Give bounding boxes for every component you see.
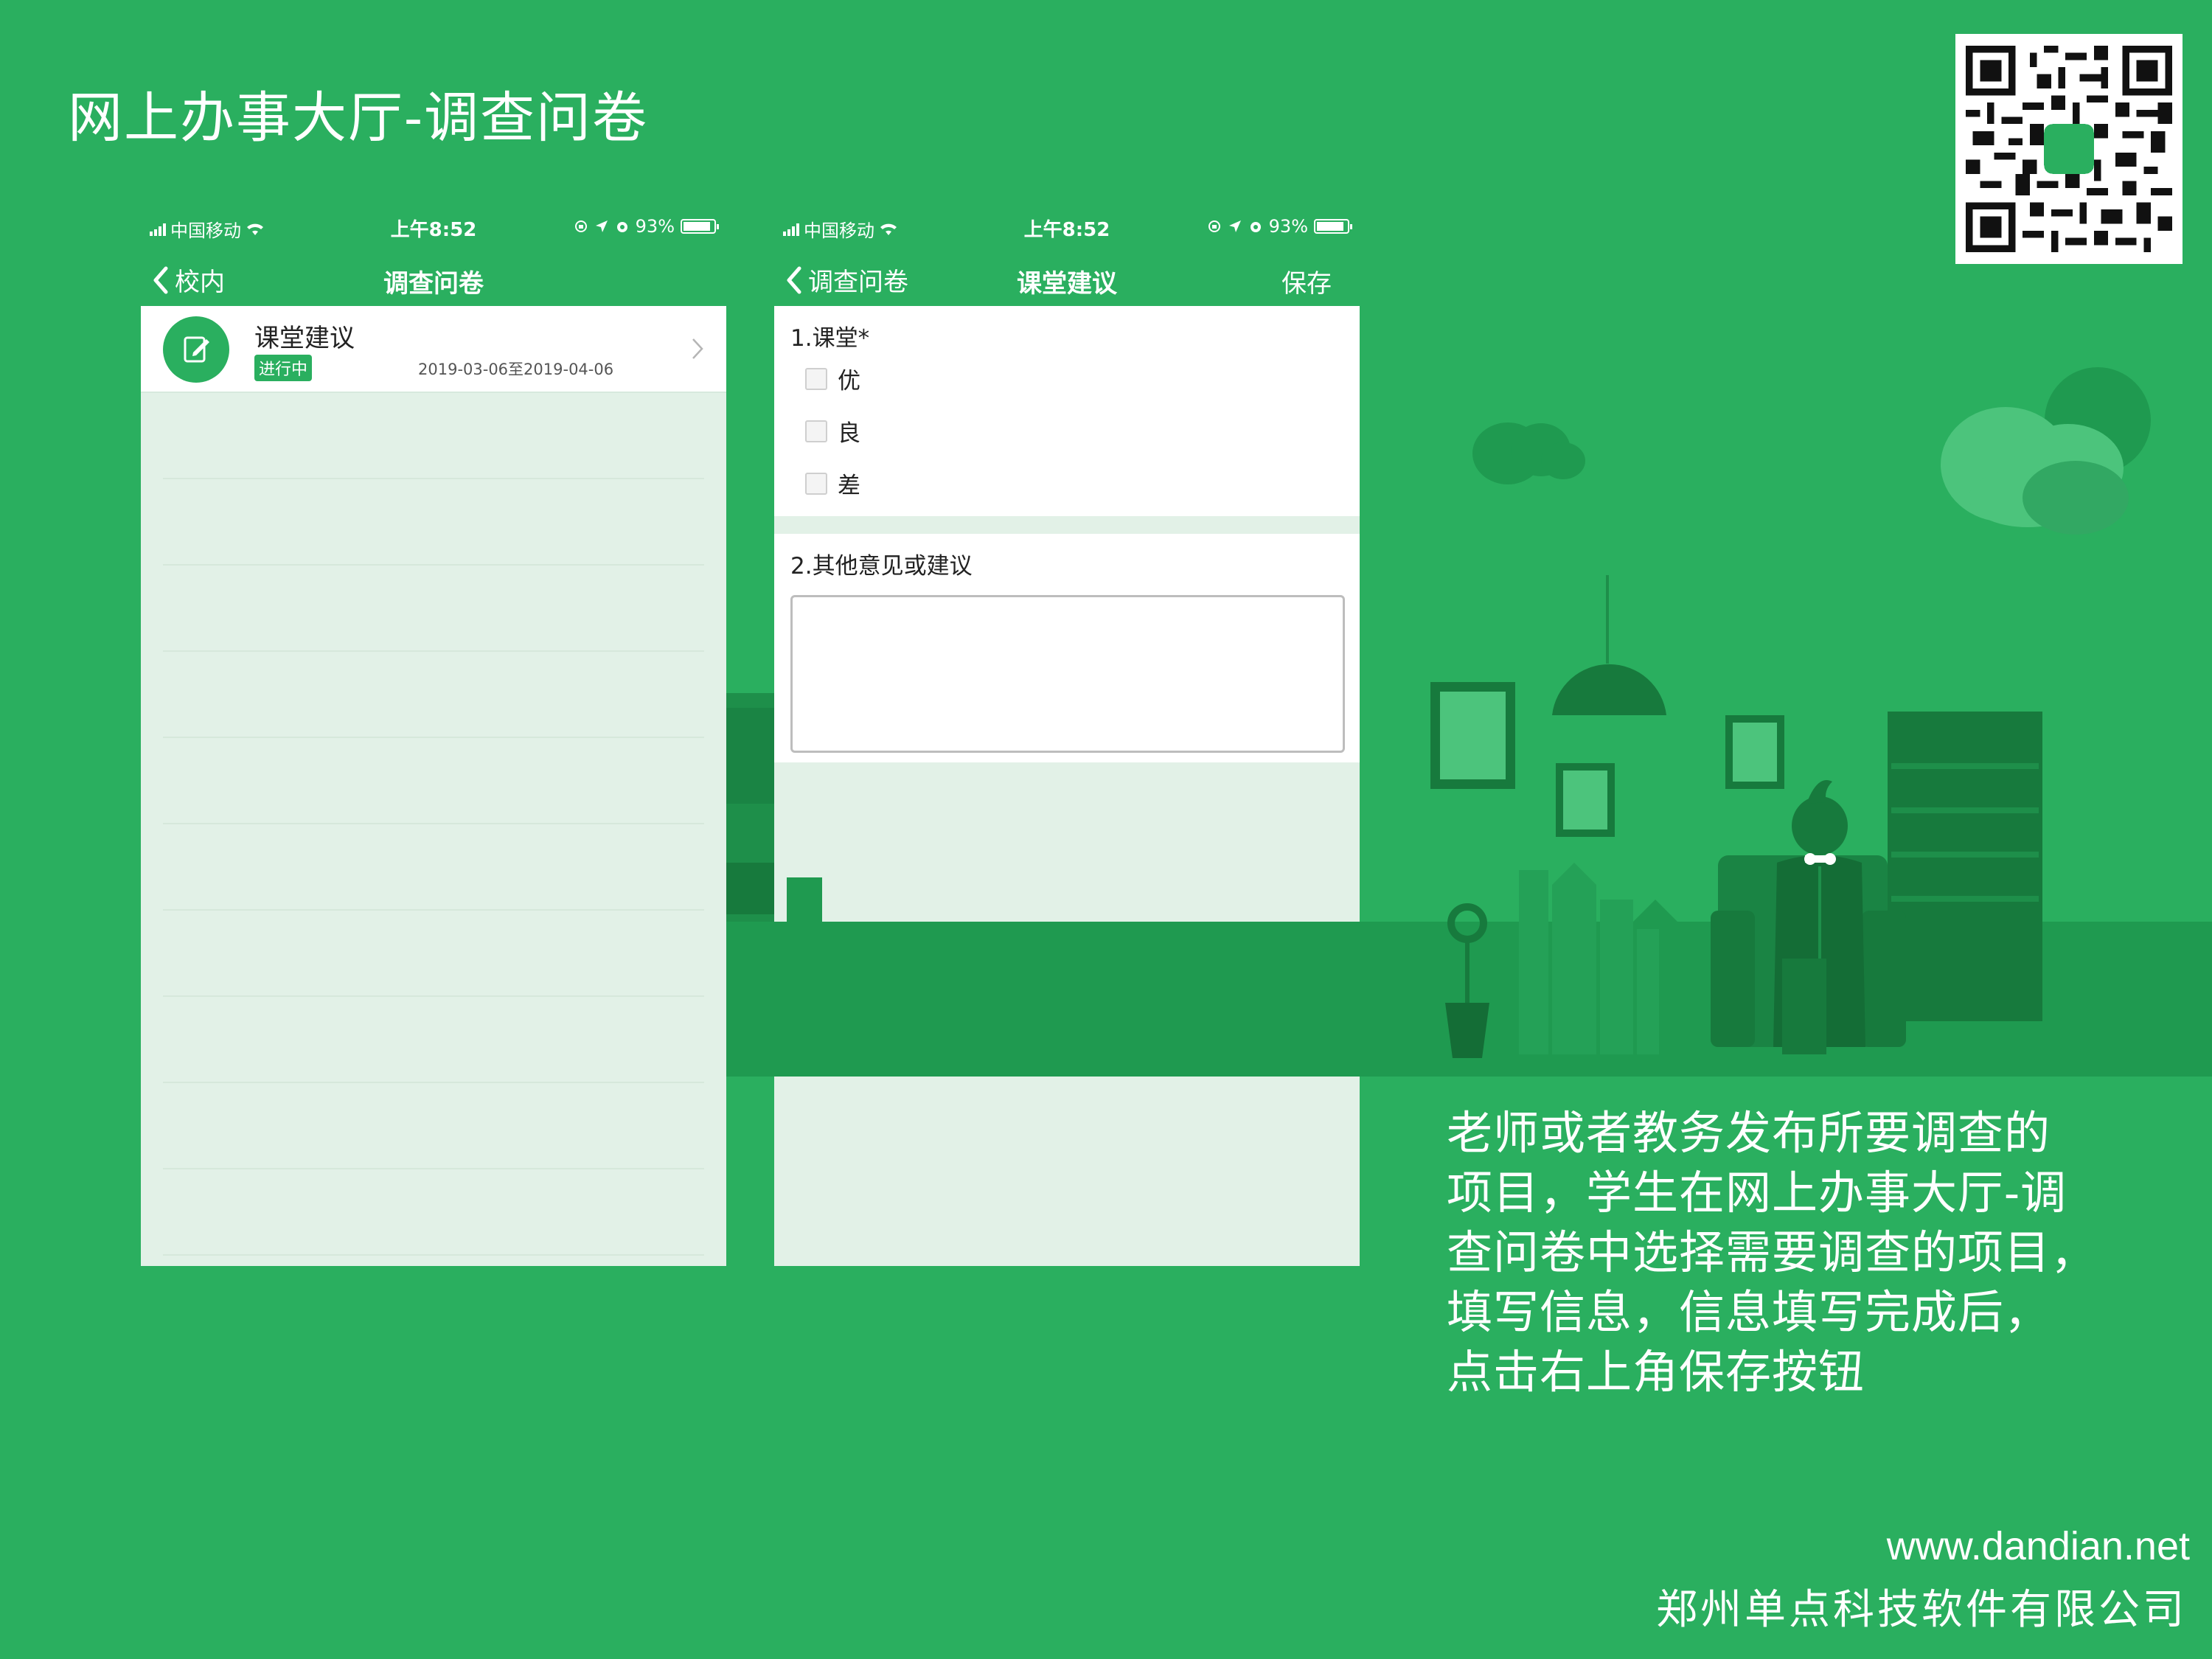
status-bar: 中国移动 上午8:52 93% [141, 204, 726, 248]
save-button[interactable]: 保存 [1281, 263, 1332, 299]
alarm-icon [1250, 222, 1261, 232]
nav-title: 调查问卷 [383, 269, 484, 299]
survey-title: 课堂建议 [254, 324, 355, 353]
nav-bar: 调查问卷 课堂建议 保存 [774, 248, 1360, 306]
description-line: 填写信息，信息填写完成后， [1447, 1285, 2051, 1339]
chevron-left-icon [153, 266, 168, 293]
status-badge: 进行中 [254, 355, 313, 381]
battery-percent: 93% [635, 216, 675, 237]
description-line: 老师或者教务发布所要调查的 [1447, 1106, 2051, 1160]
orientation-lock-icon [574, 220, 587, 232]
location-icon [595, 220, 608, 232]
battery-icon [1314, 219, 1352, 234]
office-illustration [726, 367, 2212, 1077]
slide-title: 网上办事大厅-调查问卷 [68, 86, 649, 150]
back-button[interactable]: 校内 [151, 262, 225, 298]
footer-company: 郑州单点科技软件有限公司 [1656, 1586, 2187, 1634]
survey-icon [163, 316, 229, 383]
nav-bar: 校内 调查问卷 [141, 248, 726, 306]
back-label: 校内 [175, 268, 225, 297]
description-line: 项目，学生在网上办事大厅-调 [1447, 1166, 2067, 1220]
qr-code [1955, 34, 2183, 264]
description-text: 老师或者教务发布所要调查的 项目，学生在网上办事大厅-调 查问卷中选择需要调查的… [1447, 1103, 2110, 1402]
battery-percent: 93% [1268, 216, 1308, 237]
phone-survey-list: 中国移动 上午8:52 93% 校内 调查问卷 课堂建议 进行中 2019-03… [141, 204, 726, 1266]
description-line: 查问卷中选择需要调查的项目， [1447, 1225, 2098, 1279]
empty-list-area [141, 393, 726, 1256]
survey-list-item[interactable]: 课堂建议 进行中 2019-03-06至2019-04-06 [141, 306, 726, 393]
status-bar: 中国移动 上午8:52 93% [774, 204, 1360, 248]
back-label: 调查问卷 [808, 268, 908, 297]
chevron-right-icon [692, 338, 703, 359]
orientation-lock-icon [1208, 220, 1220, 232]
chevron-left-icon [787, 266, 801, 293]
edit-document-icon [184, 336, 209, 363]
location-icon [1228, 220, 1241, 232]
footer-url: www.dandian.net [1886, 1524, 2190, 1568]
description-line: 点击右上角保存按钮 [1447, 1345, 1865, 1399]
alarm-icon [616, 222, 627, 232]
survey-date-range: 2019-03-06至2019-04-06 [418, 361, 614, 378]
back-button[interactable]: 调查问卷 [785, 262, 908, 298]
battery-icon [681, 219, 719, 234]
